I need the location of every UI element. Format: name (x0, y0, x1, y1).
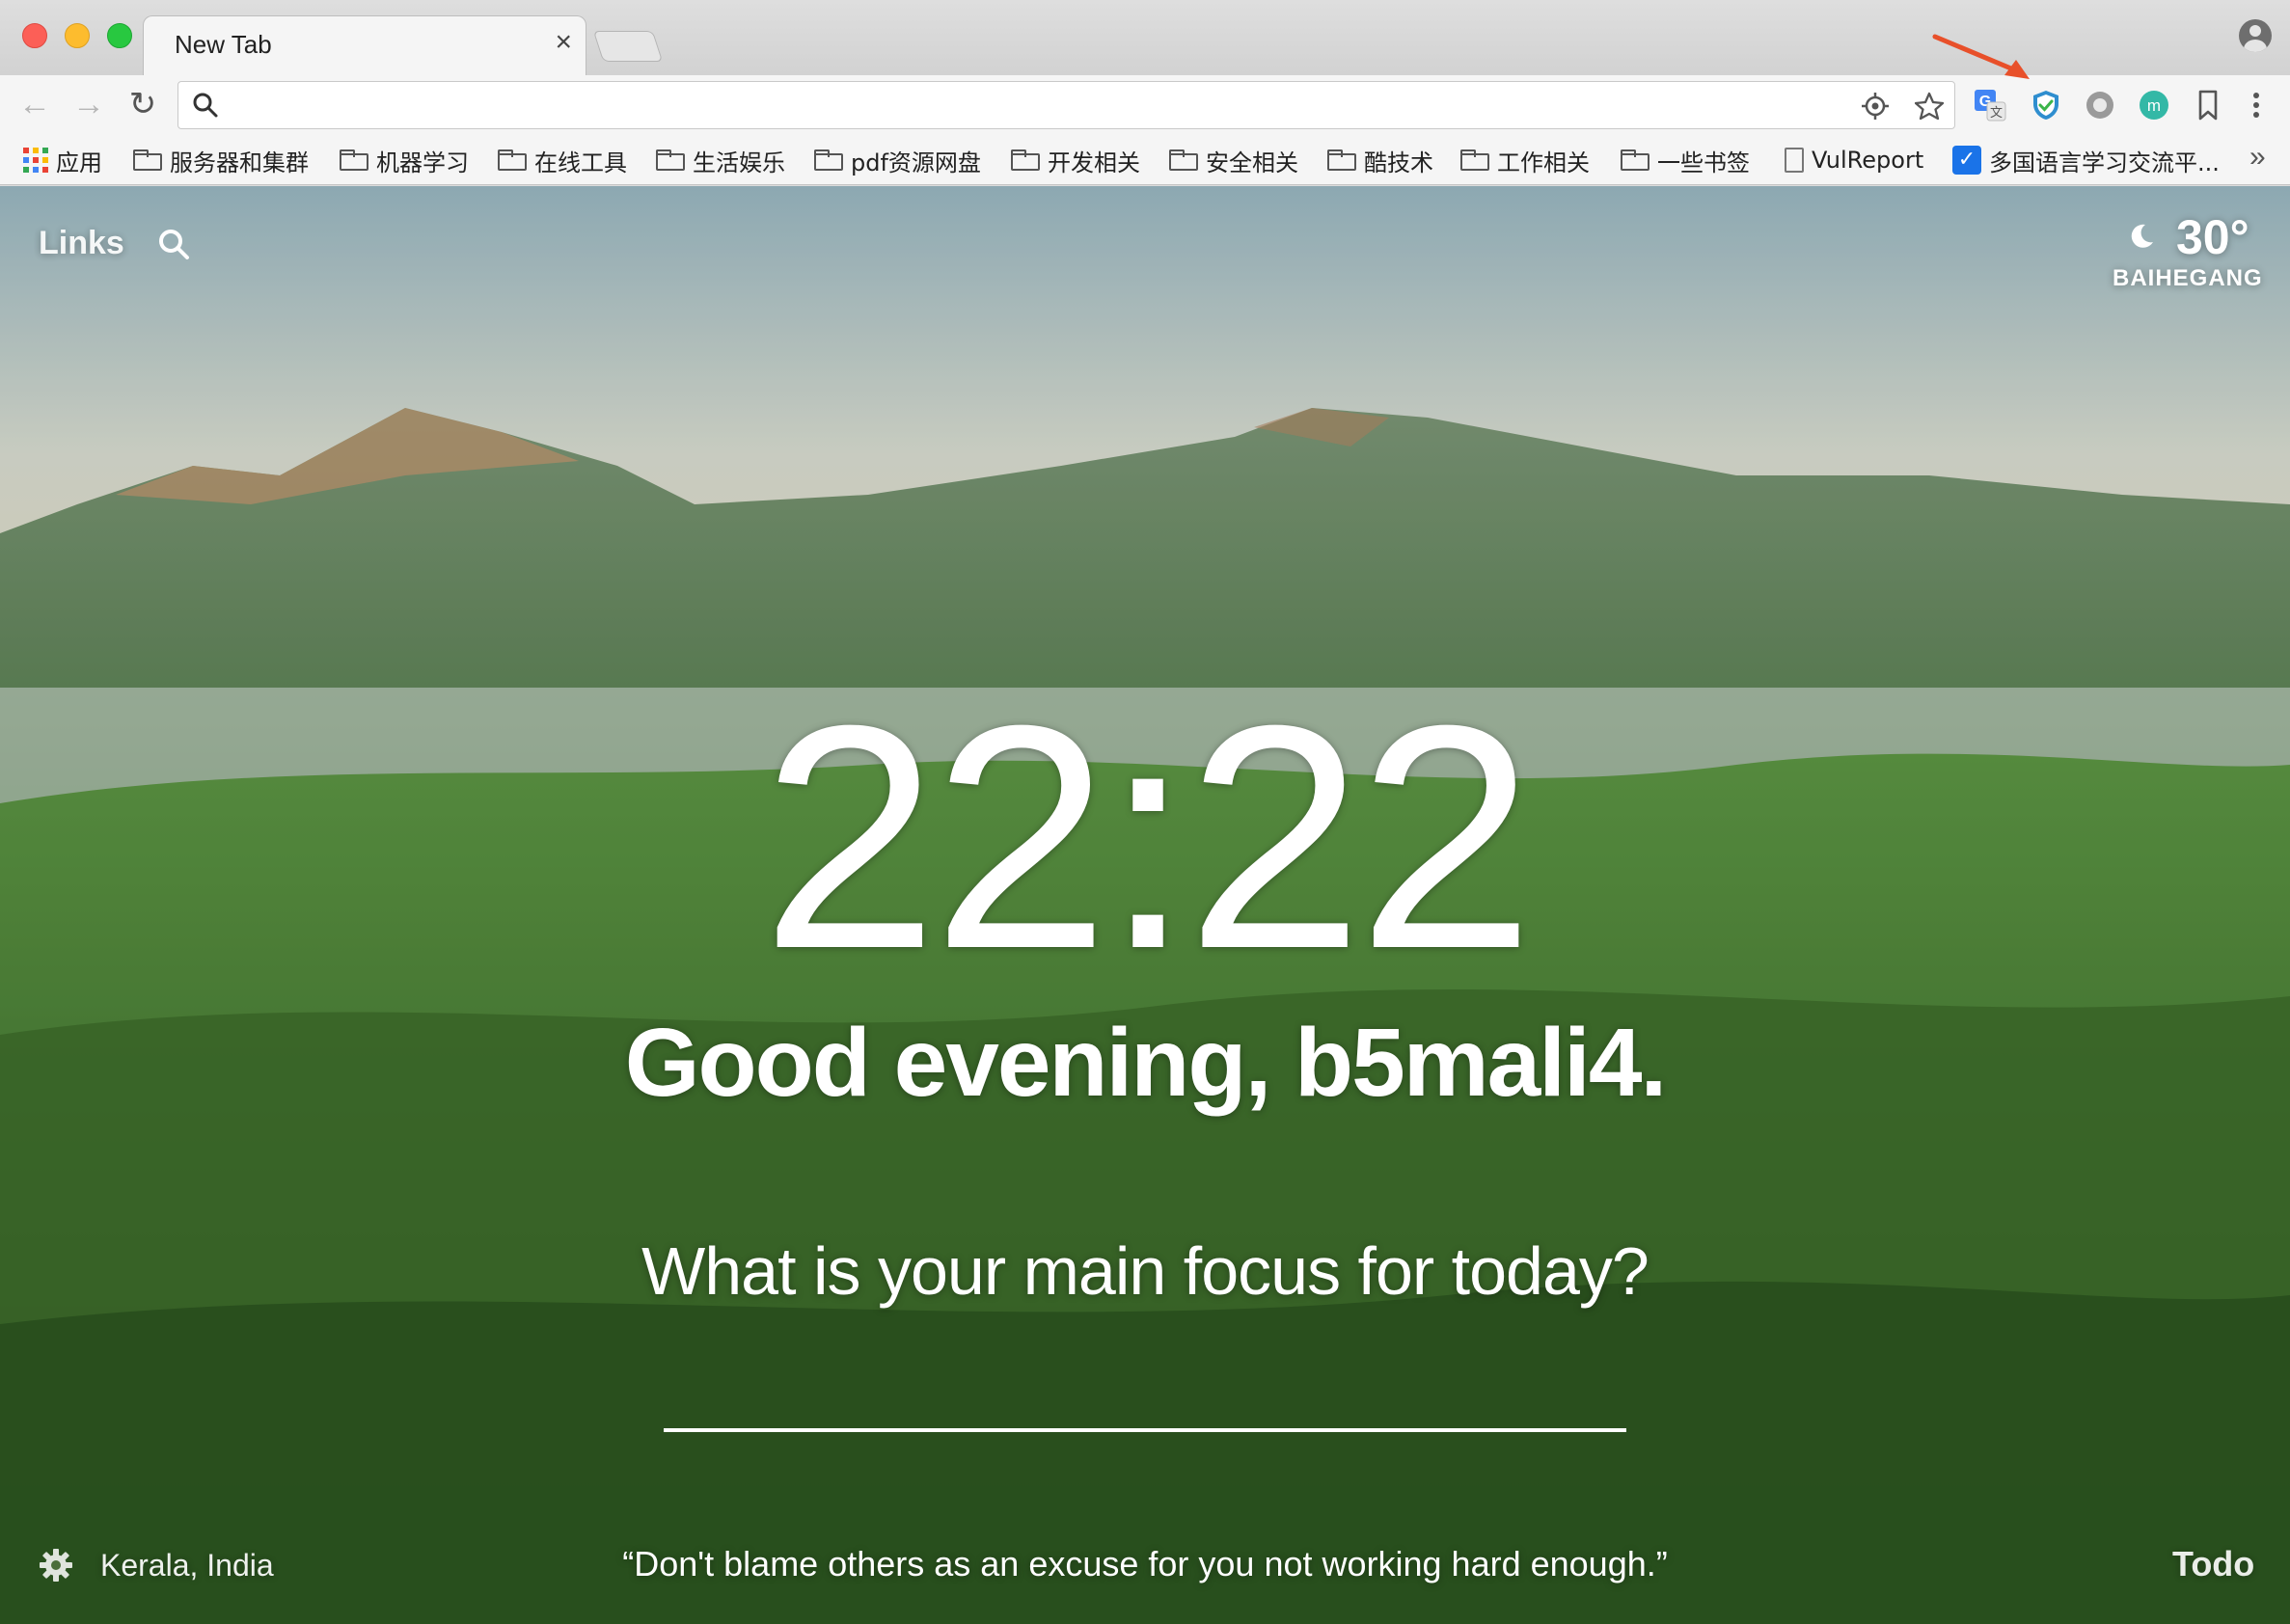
bookmark-folder[interactable]: 开发相关 (1011, 143, 1140, 177)
apps-icon (23, 148, 48, 173)
circle-extension-icon[interactable] (2084, 89, 2116, 122)
links-button[interactable]: Links (39, 225, 124, 262)
folder-icon (656, 149, 685, 171)
folder-icon (814, 149, 843, 171)
weather-temperature[interactable]: 30° (2176, 209, 2249, 265)
bookmark-folder[interactable]: 在线工具 (498, 143, 627, 177)
bookmark-label: 多国语言学习交流平... (1989, 149, 2220, 176)
folder-icon (1169, 149, 1198, 171)
reload-button[interactable]: ↻ (122, 83, 164, 125)
bookmark-label: pdf资源网盘 (851, 149, 981, 176)
folder-icon (1327, 149, 1356, 171)
bookmark-language-platform[interactable]: ✓ 多国语言学习交流平... (1952, 143, 2220, 177)
focus-input[interactable] (664, 1343, 1626, 1426)
bookmark-folder[interactable]: pdf资源网盘 (814, 143, 981, 177)
bookmark-label: 机器学习 (376, 149, 469, 176)
location-target-icon[interactable] (1861, 92, 1890, 121)
back-button[interactable]: ← (14, 83, 56, 125)
bookmarks-overflow-button[interactable]: » (2249, 141, 2266, 174)
bookmark-folder[interactable]: 安全相关 (1169, 143, 1298, 177)
annotation-arrow-icon (1932, 34, 2030, 79)
svg-text:m: m (2147, 96, 2161, 115)
bookmark-label: 生活娱乐 (693, 149, 785, 176)
bookmark-label: 开发相关 (1048, 149, 1140, 176)
moon-icon (2131, 224, 2153, 248)
bookmark-vulreport[interactable]: VulReport (1785, 143, 1923, 177)
close-window-button[interactable] (22, 23, 47, 48)
check-icon: ✓ (1952, 146, 1981, 175)
more-menu-icon[interactable] (2240, 89, 2273, 122)
daily-quote[interactable]: “Don't blame others as an excuse for you… (0, 1544, 2290, 1584)
bookmark-label: 在线工具 (534, 149, 627, 176)
bookmark-label: 安全相关 (1206, 149, 1298, 176)
tab-new-tab[interactable]: New Tab × (143, 15, 586, 75)
bookmark-label: 工作相关 (1497, 149, 1590, 176)
weather-location[interactable]: BAIHEGANG (2113, 265, 2263, 292)
bookmark-folder[interactable]: 工作相关 (1460, 143, 1590, 177)
bookmark-folder[interactable]: 服务器和集群 (133, 143, 309, 177)
focus-input-underline (664, 1428, 1626, 1432)
svg-text:文: 文 (1990, 106, 2003, 121)
folder-icon (498, 149, 527, 171)
bookmark-folder[interactable]: 一些书签 (1621, 143, 1750, 177)
bookmark-label: 酷技术 (1364, 149, 1433, 176)
folder-icon (1011, 149, 1040, 171)
clock: 22:22 (761, 659, 1535, 1015)
bookmarks-bar: 应用 服务器和集群 机器学习 在线工具 生活娱乐 pdf资源网盘 开发相关 安全… (0, 137, 2290, 185)
new-tab-button[interactable] (592, 31, 664, 62)
bookmark-folder[interactable]: 生活娱乐 (656, 143, 785, 177)
bookmark-apps[interactable]: 应用 (23, 143, 102, 177)
bookmark-label: VulReport (1812, 147, 1924, 174)
new-tab-page: Links 30° BAIHEGANG 22:22 Good evening, … (0, 186, 2290, 1624)
search-icon (193, 93, 218, 118)
profile-avatar-icon[interactable] (2239, 19, 2272, 52)
minimize-window-button[interactable] (65, 23, 90, 48)
page-icon (1785, 148, 1804, 173)
folder-icon (340, 149, 368, 171)
todo-button[interactable]: Todo (2172, 1544, 2254, 1584)
maximize-window-button[interactable] (107, 23, 132, 48)
bookmark-label: 服务器和集群 (170, 149, 309, 176)
forward-button[interactable]: → (68, 83, 110, 125)
bookmark-extension-icon[interactable] (2192, 89, 2224, 122)
tab-title: New Tab (175, 30, 272, 59)
address-bar[interactable] (177, 81, 1955, 129)
tab-close-icon[interactable]: × (555, 28, 572, 57)
bookmark-folder[interactable]: 酷技术 (1327, 143, 1433, 177)
folder-icon (1621, 149, 1649, 171)
bookmark-label: 一些书签 (1657, 149, 1750, 176)
bookmark-label: 应用 (56, 149, 102, 176)
greeting: Good evening, b5mali4. (624, 1009, 1667, 1117)
search-icon[interactable] (156, 227, 191, 261)
address-input[interactable] (232, 88, 1872, 122)
momentum-extension-icon[interactable]: m (2138, 89, 2170, 122)
focus-question: What is your main focus for today? (641, 1233, 1649, 1309)
bookmark-folder[interactable]: 机器学习 (340, 143, 469, 177)
folder-icon (1460, 149, 1489, 171)
folder-icon (133, 149, 162, 171)
